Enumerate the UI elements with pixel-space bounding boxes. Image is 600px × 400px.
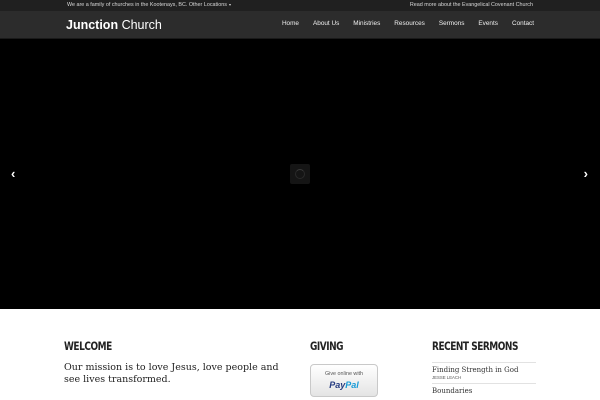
site-logo[interactable]: Junction Church [66,18,162,32]
sermon-title-link[interactable]: Finding Strength in God [432,366,536,374]
nav-home[interactable]: Home [268,20,299,27]
nav-resources[interactable]: Resources [380,20,425,27]
nav-about-us[interactable]: About Us [299,20,339,27]
paypal-logo: PayPal [329,380,359,390]
slider-prev-arrow-icon[interactable]: ‹ [11,167,15,180]
nav-sermons[interactable]: Sermons [425,20,465,27]
paypal-caption: Give online with [324,371,364,377]
topbar-left: We are a family of churches in the Koote… [67,2,231,8]
slider-next-arrow-icon[interactable]: › [584,167,588,180]
nav-ministries[interactable]: Ministries [339,20,380,27]
hero-slider: ‹ › [0,39,600,309]
nav-events[interactable]: Events [464,20,498,27]
giving-heading: GIVING [310,339,344,353]
sermon-speaker: JESSE LEACH [432,375,462,380]
sermon-list: Finding Strength in God JESSE LEACH Boun… [432,362,536,395]
list-item: Finding Strength in God JESSE LEACH [432,363,536,383]
nav-contact[interactable]: Contact [498,20,534,27]
logo-bold: Junction [66,18,119,32]
mission-text: Our mission is to love Jesus, love peopl… [64,362,279,385]
main-nav: Home About Us Ministries Resources Sermo… [268,20,534,27]
top-bar: We are a family of churches in the Koote… [0,0,600,11]
logo-light: Church [121,18,162,32]
welcome-heading: WELCOME [64,339,112,353]
recent-sermons-heading: RECENT SERMONS [432,339,518,353]
evangelical-covenant-link[interactable]: Read more about the Evangelical Covenant… [410,2,533,8]
list-item: Boundaries [432,384,536,395]
topbar-intro: We are a family of churches in the Koote… [67,2,188,8]
content-section: WELCOME Our mission is to love Jesus, lo… [0,309,600,400]
other-locations-label: Other Locations [188,2,227,8]
loading-spinner-icon [290,164,310,184]
paypal-give-button[interactable]: Give online with PayPal [310,364,378,397]
sermon-title-link[interactable]: Boundaries [432,387,536,395]
other-locations-dropdown[interactable]: Other Locations [189,2,231,8]
site-header: Junction Church Home About Us Ministries… [0,11,600,39]
caret-down-icon [228,3,231,6]
